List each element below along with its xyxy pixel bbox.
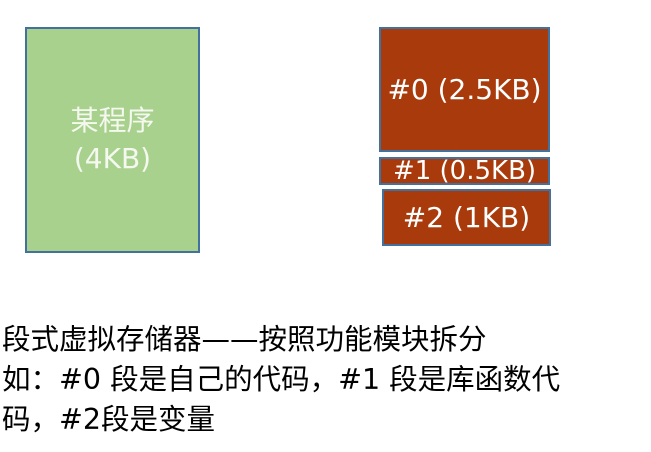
program-size: (4KB) <box>73 142 152 175</box>
segment-0-label: #0 (2.5KB) <box>387 73 542 106</box>
segment-1-block: #1 (0.5KB) <box>379 157 550 185</box>
segment-0-block: #0 (2.5KB) <box>379 27 550 152</box>
caption-line-1: 段式虚拟存储器——按照功能模块拆分 <box>2 323 487 356</box>
program-block: 某程序 (4KB) <box>25 27 200 253</box>
caption-line-3: 码，#2段是变量 <box>2 403 216 436</box>
program-name: 某程序 <box>70 104 155 137</box>
segment-2-label: #2 (1KB) <box>402 201 531 234</box>
caption-text: 段式虚拟存储器——按照功能模块拆分 如：#0 段是自己的代码，#1 段是库函数代… <box>2 320 647 440</box>
caption-line-2: 如：#0 段是自己的代码，#1 段是库函数代 <box>2 363 561 396</box>
segment-1-label: #1 (0.5KB) <box>392 156 537 186</box>
segment-2-block: #2 (1KB) <box>382 189 551 246</box>
